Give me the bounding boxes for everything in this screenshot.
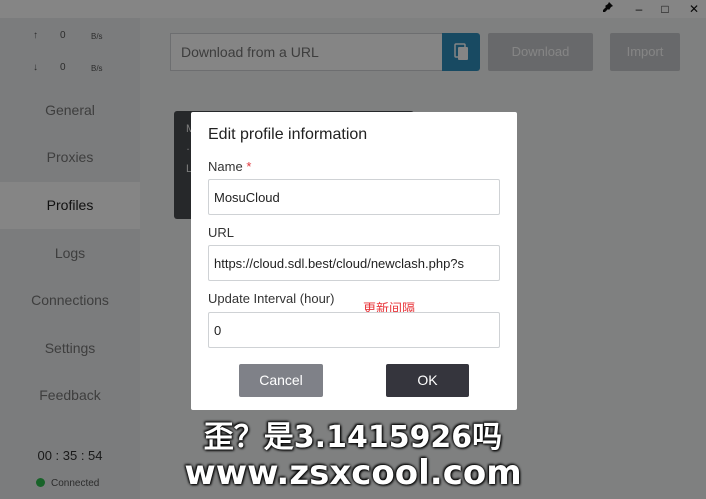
edit-profile-dialog: Edit profile information Name * URL Upda…: [191, 112, 517, 410]
url-label: URL: [208, 225, 235, 240]
ok-button[interactable]: OK: [386, 364, 469, 397]
required-mark: *: [246, 159, 252, 174]
url-field[interactable]: [208, 245, 500, 281]
watermark-line-2: www.zsxcool.com: [184, 453, 522, 493]
dialog-title: Edit profile information: [208, 126, 368, 143]
interval-label: Update Interval (hour): [208, 291, 335, 306]
interval-field[interactable]: [208, 312, 500, 348]
name-label: Name *: [208, 159, 252, 174]
cancel-button[interactable]: Cancel: [239, 364, 323, 397]
watermark-line-1: 歪？是3.1415926吗: [203, 420, 503, 455]
name-field[interactable]: [208, 179, 500, 215]
